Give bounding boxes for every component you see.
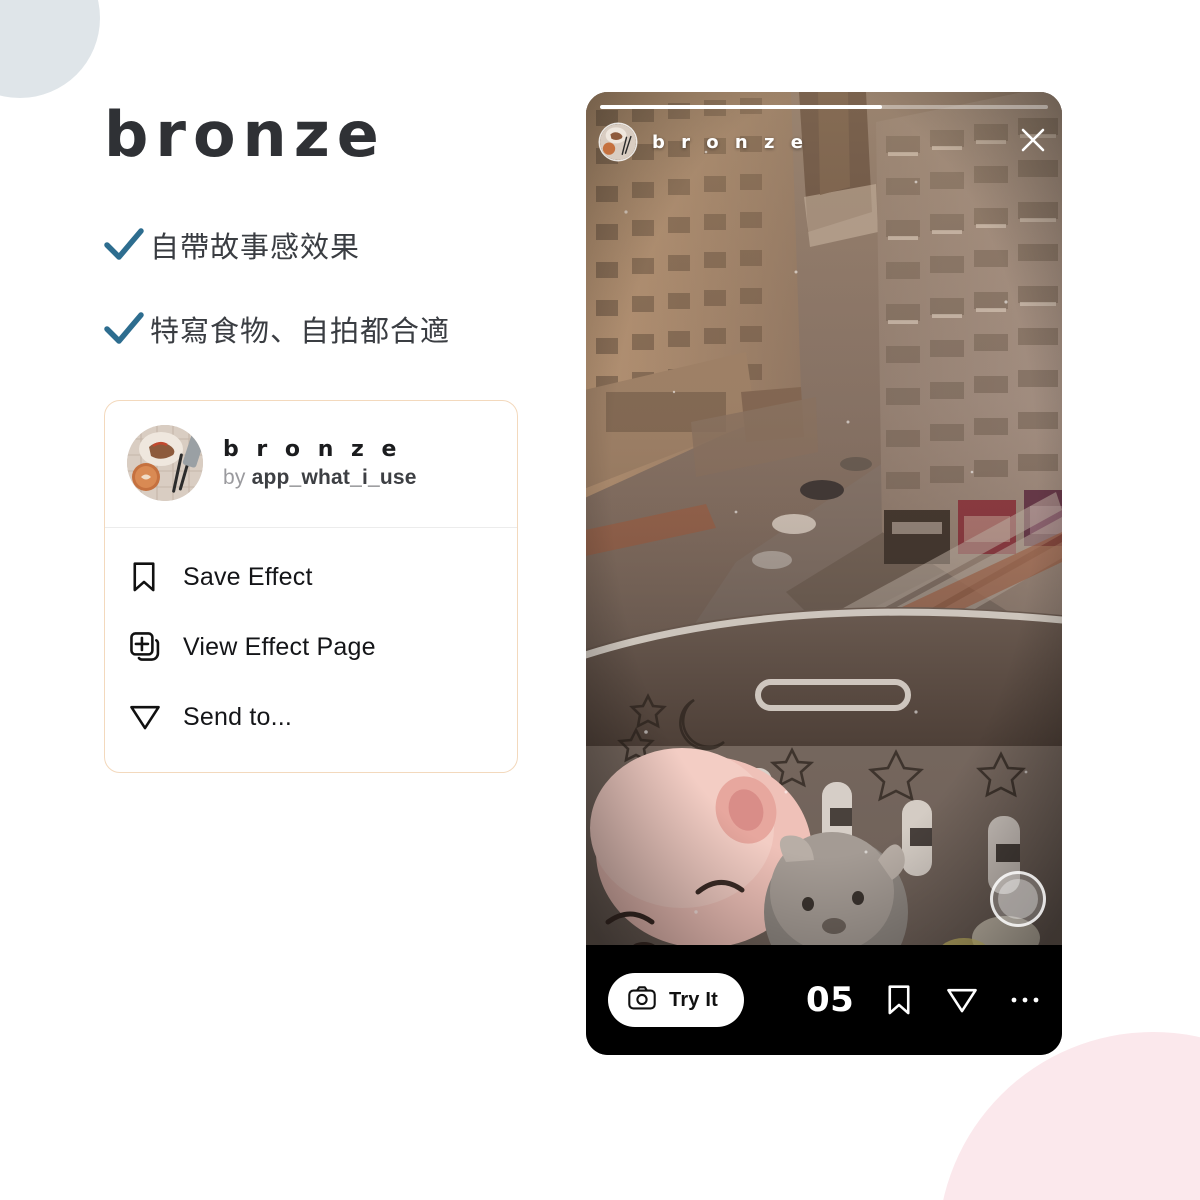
story-username[interactable]: b r o n z e	[652, 132, 808, 153]
decorative-circle-top-left	[0, 0, 100, 98]
story-action-icons	[884, 984, 1040, 1016]
close-icon[interactable]	[1018, 125, 1048, 160]
page-title: bronze	[104, 98, 386, 171]
menu-label: View Effect Page	[183, 632, 376, 661]
story-phone-frame: b r o n z e Try It 05	[586, 92, 1062, 1055]
story-progress-fill	[600, 105, 883, 109]
feature-item: 特寫食物、自拍都合適	[104, 304, 544, 354]
effect-card-menu: Save Effect View Effect Page Send to...	[105, 528, 517, 772]
more-icon[interactable]	[1010, 995, 1040, 1005]
by-prefix: by	[223, 465, 252, 489]
feature-label: 特寫食物、自拍都合適	[150, 314, 451, 348]
effect-author: app_what_i_use	[251, 465, 417, 489]
send-icon	[129, 702, 183, 732]
camera-icon	[628, 985, 656, 1015]
menu-label: Send to...	[183, 702, 293, 731]
poster-canvas: bronze 自帶故事感效果 特寫食物、自拍都合適 b r o n z e by…	[0, 0, 1200, 1200]
story-avatar[interactable]	[600, 124, 636, 160]
story-counter: 05	[806, 980, 855, 1020]
effect-author-line: by app_what_i_use	[223, 466, 417, 490]
effect-card-meta: b r o n z e by app_what_i_use	[223, 436, 417, 490]
effect-page-icon	[129, 631, 183, 663]
bookmark-icon	[129, 561, 183, 593]
send-icon[interactable]	[946, 985, 978, 1015]
effect-card: b r o n z e by app_what_i_use Save Effec…	[104, 400, 518, 773]
effect-name: b r o n z e	[223, 437, 402, 463]
check-icon	[104, 228, 150, 262]
try-it-button[interactable]: Try It	[608, 973, 744, 1027]
save-effect-button[interactable]: Save Effect	[105, 542, 517, 612]
bookmark-icon[interactable]	[884, 984, 914, 1016]
check-icon	[104, 312, 150, 346]
story-header: b r o n z e	[586, 120, 1062, 164]
view-effect-page-button[interactable]: View Effect Page	[105, 612, 517, 682]
feature-item: 自帶故事感效果	[104, 220, 544, 270]
food-photo-avatar	[127, 425, 203, 501]
shutter-button[interactable]	[990, 871, 1046, 927]
send-to-button[interactable]: Send to...	[105, 682, 517, 752]
feature-list: 自帶故事感效果 特寫食物、自拍都合適	[104, 220, 544, 354]
menu-label: Save Effect	[183, 562, 313, 591]
story-media	[586, 92, 1062, 945]
story-progress-bar	[600, 105, 1048, 109]
feature-label: 自帶故事感效果	[150, 230, 361, 264]
try-it-label: Try It	[669, 988, 718, 1011]
story-bottom-bar: Try It 05	[586, 945, 1062, 1055]
effect-card-header: b r o n z e by app_what_i_use	[105, 401, 517, 527]
decorative-circle-bottom-right	[938, 1032, 1200, 1200]
left-content-column: bronze 自帶故事感效果 特寫食物、自拍都合適	[104, 104, 544, 388]
